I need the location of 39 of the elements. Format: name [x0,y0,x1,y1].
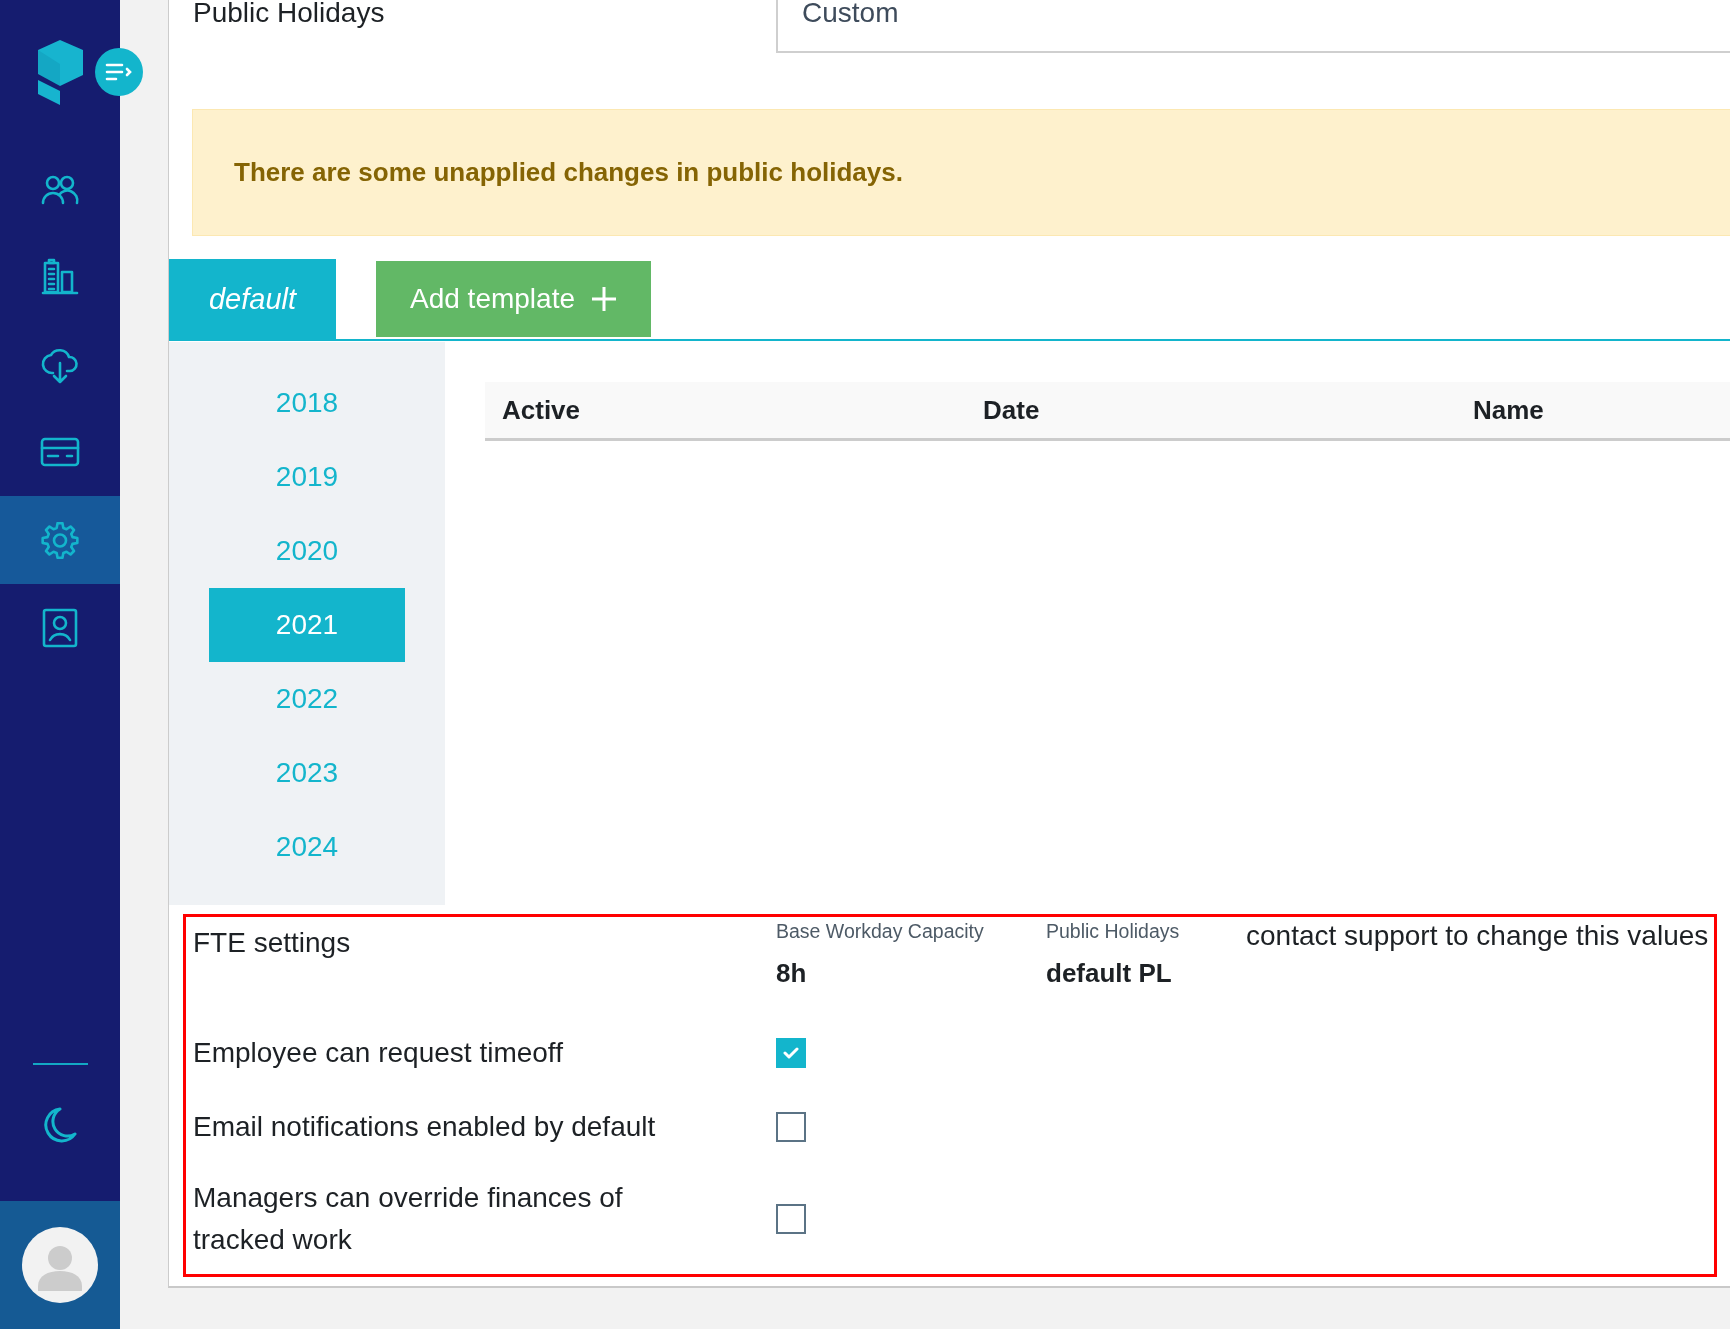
column-header: Name [1473,394,1544,426]
field-label: Public Holidays [1046,920,1180,943]
year-item[interactable]: 2023 [209,736,405,810]
note-text: contact support to change this values [1246,920,1709,952]
column-header: Date [983,394,1040,426]
select-field[interactable]: Custom [776,0,1730,53]
app-logo [37,39,83,105]
alert-message: There are some unapplied changes in public holidays. [234,157,903,188]
moon-icon [43,1107,77,1143]
year-item[interactable]: 2019 [209,440,405,514]
add-template-button[interactable]: Add template [376,261,651,337]
contact-card-icon [40,608,80,648]
menu-chevron-icon [105,62,133,82]
option-label: Email notifications enabled by default [193,1110,657,1144]
year-item[interactable]: 2021 [209,588,405,662]
collapse-sidebar-button[interactable] [95,48,143,96]
section-title: FTE settings [193,926,352,959]
column-header: Active [502,394,581,426]
checkbox[interactable] [776,1204,806,1234]
plus-icon [591,286,617,312]
year-item[interactable]: 2022 [209,662,405,736]
option-label: Employee can request timeoff [193,1036,564,1070]
field-label: Public Holidays [193,0,386,29]
field-value: 8h [776,958,807,989]
checkbox[interactable] [776,1112,806,1142]
gear-icon [40,521,80,559]
option-label: Managers can override finances of tracked work [193,1181,624,1257]
field-label: Base Workday Capacity [776,920,984,943]
buildings-icon [40,257,80,295]
field-value: default PL [1046,958,1172,989]
check-icon [783,1047,799,1059]
nav-item[interactable] [0,496,120,584]
checkbox[interactable] [776,1038,806,1068]
year-item[interactable]: 2024 [209,810,405,884]
credit-card-icon [40,437,80,467]
person-silhouette-icon [36,1243,84,1291]
year-item[interactable]: 2020 [209,514,405,588]
tab[interactable]: default [169,259,336,339]
year-item[interactable]: 2018 [209,366,405,440]
